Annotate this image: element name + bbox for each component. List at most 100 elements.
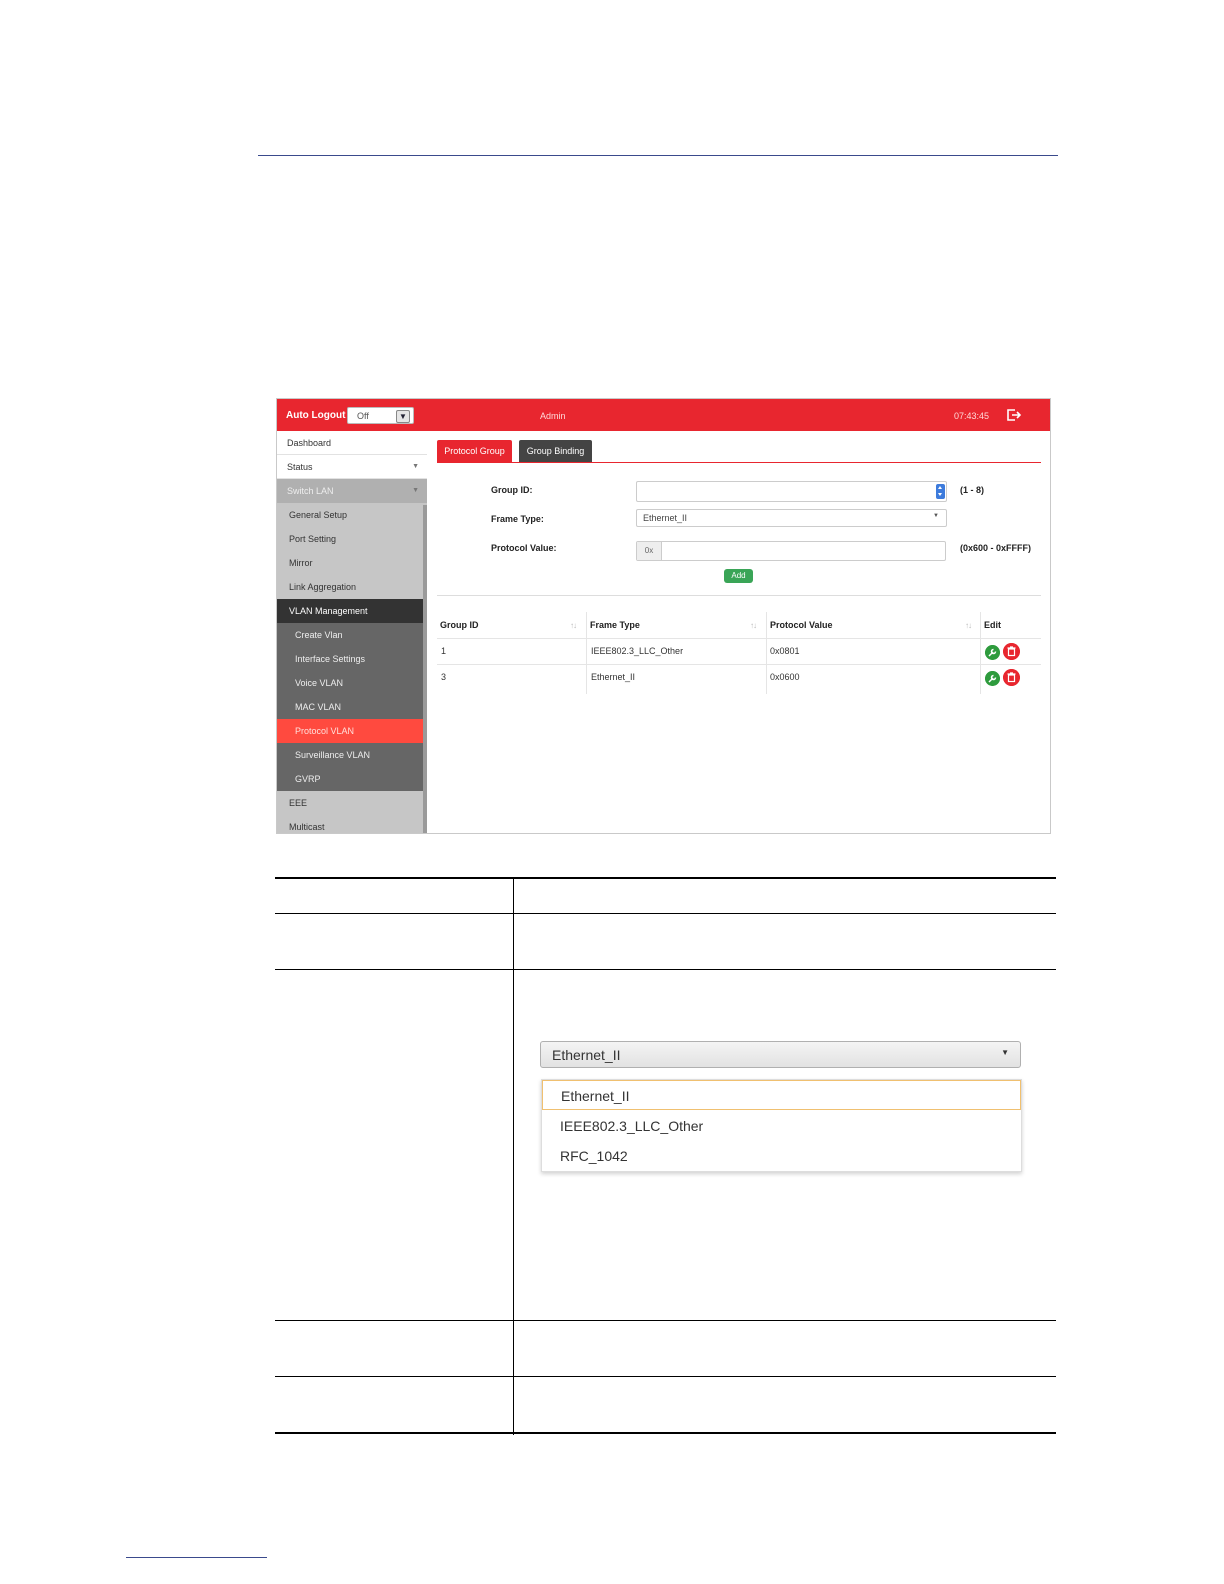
page-footer-rule (126, 1557, 267, 1558)
frame-type-select[interactable]: Ethernet_II ▼ (636, 509, 947, 527)
wrench-icon[interactable] (985, 671, 1000, 686)
sort-icon[interactable]: ↑↓ (965, 621, 972, 630)
sidebar-item-gvrp[interactable]: GVRP (277, 767, 427, 791)
dropdown-option-ieee802-3-llc-other[interactable]: IEEE802.3_LLC_Other (542, 1111, 1021, 1141)
group-id-label: Group ID: (491, 485, 533, 495)
top-bar: Auto Logout : Off ▼ Admin 07:43:45 (277, 399, 1050, 431)
sidebar-item-dashboard[interactable]: Dashboard (277, 431, 427, 455)
cell-group-id: 1 (441, 646, 447, 656)
spinner-icon[interactable] (936, 484, 945, 499)
sort-icon[interactable]: ↑↓ (570, 621, 577, 630)
sidebar-item-label: EEE (289, 798, 308, 808)
group-id-input[interactable] (636, 481, 947, 502)
chevron-down-icon: ▼ (412, 487, 419, 494)
sidebar-item-multicast[interactable]: Multicast (277, 815, 427, 833)
sidebar-item-protocol-vlan[interactable]: Protocol VLAN (277, 719, 427, 743)
tab-underline (437, 462, 1041, 463)
frame-type-value: Ethernet_II (643, 513, 688, 523)
protocol-value-range-hint: (0x600 - 0xFFFF) (960, 543, 1032, 553)
row-divider (437, 638, 1041, 639)
cell-protocol-value: 0x0600 (770, 672, 800, 682)
table-row-rule (275, 1320, 1056, 1321)
tab-protocol-group[interactable]: Protocol Group (437, 440, 512, 462)
trash-icon[interactable] (1003, 669, 1020, 686)
column-header-label: Edit (984, 620, 1001, 630)
sidebar-item-label: Create Vlan (295, 630, 343, 640)
current-user: Admin (540, 411, 566, 421)
sidebar-item-mirror[interactable]: Mirror (277, 551, 427, 575)
sidebar-item-voice-vlan[interactable]: Voice VLAN (277, 671, 427, 695)
trash-icon[interactable] (1003, 643, 1020, 660)
column-header-group-id[interactable]: Group ID (440, 612, 479, 638)
sidebar-item-eee[interactable]: EEE (277, 791, 427, 815)
sidebar-item-label: General Setup (289, 510, 348, 520)
sidebar-item-interface-settings[interactable]: Interface Settings (277, 647, 427, 671)
sidebar: Dashboard Status ▼ Switch LAN ▼ General Se… (277, 431, 427, 833)
cell-frame-type: IEEE802.3_LLC_Other (591, 646, 684, 656)
sidebar-item-link-aggregation[interactable]: Link Aggregation (277, 575, 427, 599)
sidebar-item-label: Mirror (289, 558, 313, 568)
column-header-edit: Edit (984, 612, 1001, 638)
sidebar-item-port-setting[interactable]: Port Setting (277, 527, 427, 551)
auto-logout-select[interactable]: Off ▼ (347, 407, 414, 424)
add-button[interactable]: Add (724, 569, 753, 583)
sidebar-item-label: Multicast (289, 822, 325, 832)
column-header-label: Group ID (440, 620, 479, 630)
dropdown-option-ethernet-ii[interactable]: Ethernet_II (542, 1080, 1021, 1110)
table-row-rule (275, 913, 1056, 914)
sidebar-item-create-vlan[interactable]: Create Vlan (277, 623, 427, 647)
table-row-rule (275, 1376, 1056, 1377)
sidebar-item-surveillance-vlan[interactable]: Surveillance VLAN (277, 743, 427, 767)
clock: 07:43:45 (954, 411, 990, 421)
column-divider (980, 612, 981, 694)
sidebar-item-vlan-management[interactable]: VLAN Management (277, 599, 427, 623)
sidebar-item-label: MAC VLAN (295, 702, 342, 712)
dropdown-option-label: Ethernet_II (561, 1088, 630, 1104)
switch-ui-screenshot: Auto Logout : Off ▼ Admin 07:43:45 Dashb… (276, 398, 1051, 834)
sort-icon[interactable]: ↑↓ (750, 621, 757, 630)
table-row-rule (275, 969, 1056, 970)
frame-type-dropdown[interactable]: Ethernet_II ▼ (540, 1041, 1021, 1068)
cell-frame-type: Ethernet_II (591, 672, 636, 682)
column-header-label: Frame Type (590, 620, 640, 630)
auto-logout-value: Off (357, 411, 369, 421)
sidebar-item-status[interactable]: Status ▼ (277, 455, 427, 479)
group-id-range-hint: (1 - 8) (960, 485, 985, 495)
auto-logout-label: Auto Logout : (286, 410, 352, 421)
sidebar-item-label: Protocol VLAN (295, 726, 355, 736)
sidebar-item-label: Interface Settings (295, 654, 366, 664)
dropdown-option-label: RFC_1042 (560, 1148, 628, 1164)
protocol-value-input[interactable]: 0x (636, 541, 946, 561)
main-panel: Protocol Group Group Binding Group ID: (… (427, 431, 1050, 833)
hex-prefix: 0x (637, 542, 662, 560)
table-column-rule (513, 877, 514, 1435)
sidebar-item-label: Port Setting (289, 534, 337, 544)
column-header-frame-type[interactable]: Frame Type (590, 612, 640, 638)
sidebar-item-switch-lan[interactable]: Switch LAN ▼ (277, 479, 427, 503)
table-bottom-rule (275, 1432, 1056, 1434)
protocol-value-label: Protocol Value: (491, 543, 557, 553)
chevron-down-icon: ▼ (412, 463, 419, 470)
column-header-label: Protocol Value (770, 620, 833, 630)
sidebar-item-label: VLAN Management (289, 606, 368, 616)
caret-down-icon: ▼ (933, 513, 939, 519)
wrench-icon[interactable] (985, 645, 1000, 660)
row-divider (437, 664, 1041, 665)
dropdown-selected-value: Ethernet_II (552, 1047, 621, 1063)
tab-group-binding[interactable]: Group Binding (519, 440, 592, 462)
table-top-rule (275, 877, 1056, 879)
column-header-protocol-value[interactable]: Protocol Value (770, 612, 833, 638)
logout-icon[interactable] (1006, 408, 1022, 422)
sidebar-item-mac-vlan[interactable]: MAC VLAN (277, 695, 427, 719)
sidebar-item-label: Dashboard (287, 438, 332, 448)
sidebar-item-label: Voice VLAN (295, 678, 344, 688)
dropdown-option-rfc-1042[interactable]: RFC_1042 (542, 1141, 1021, 1171)
dropdown-option-label: IEEE802.3_LLC_Other (560, 1118, 704, 1134)
sidebar-item-label: Status (287, 462, 313, 472)
sidebar-item-label: Switch LAN (287, 486, 334, 496)
cell-protocol-value: 0x0801 (770, 646, 800, 656)
sidebar-item-label: GVRP (295, 774, 321, 784)
sidebar-item-general-setup[interactable]: General Setup (277, 503, 427, 527)
frame-type-options: Ethernet_II IEEE802.3_LLC_Other RFC_1042 (541, 1079, 1022, 1172)
cell-group-id: 3 (441, 672, 447, 682)
